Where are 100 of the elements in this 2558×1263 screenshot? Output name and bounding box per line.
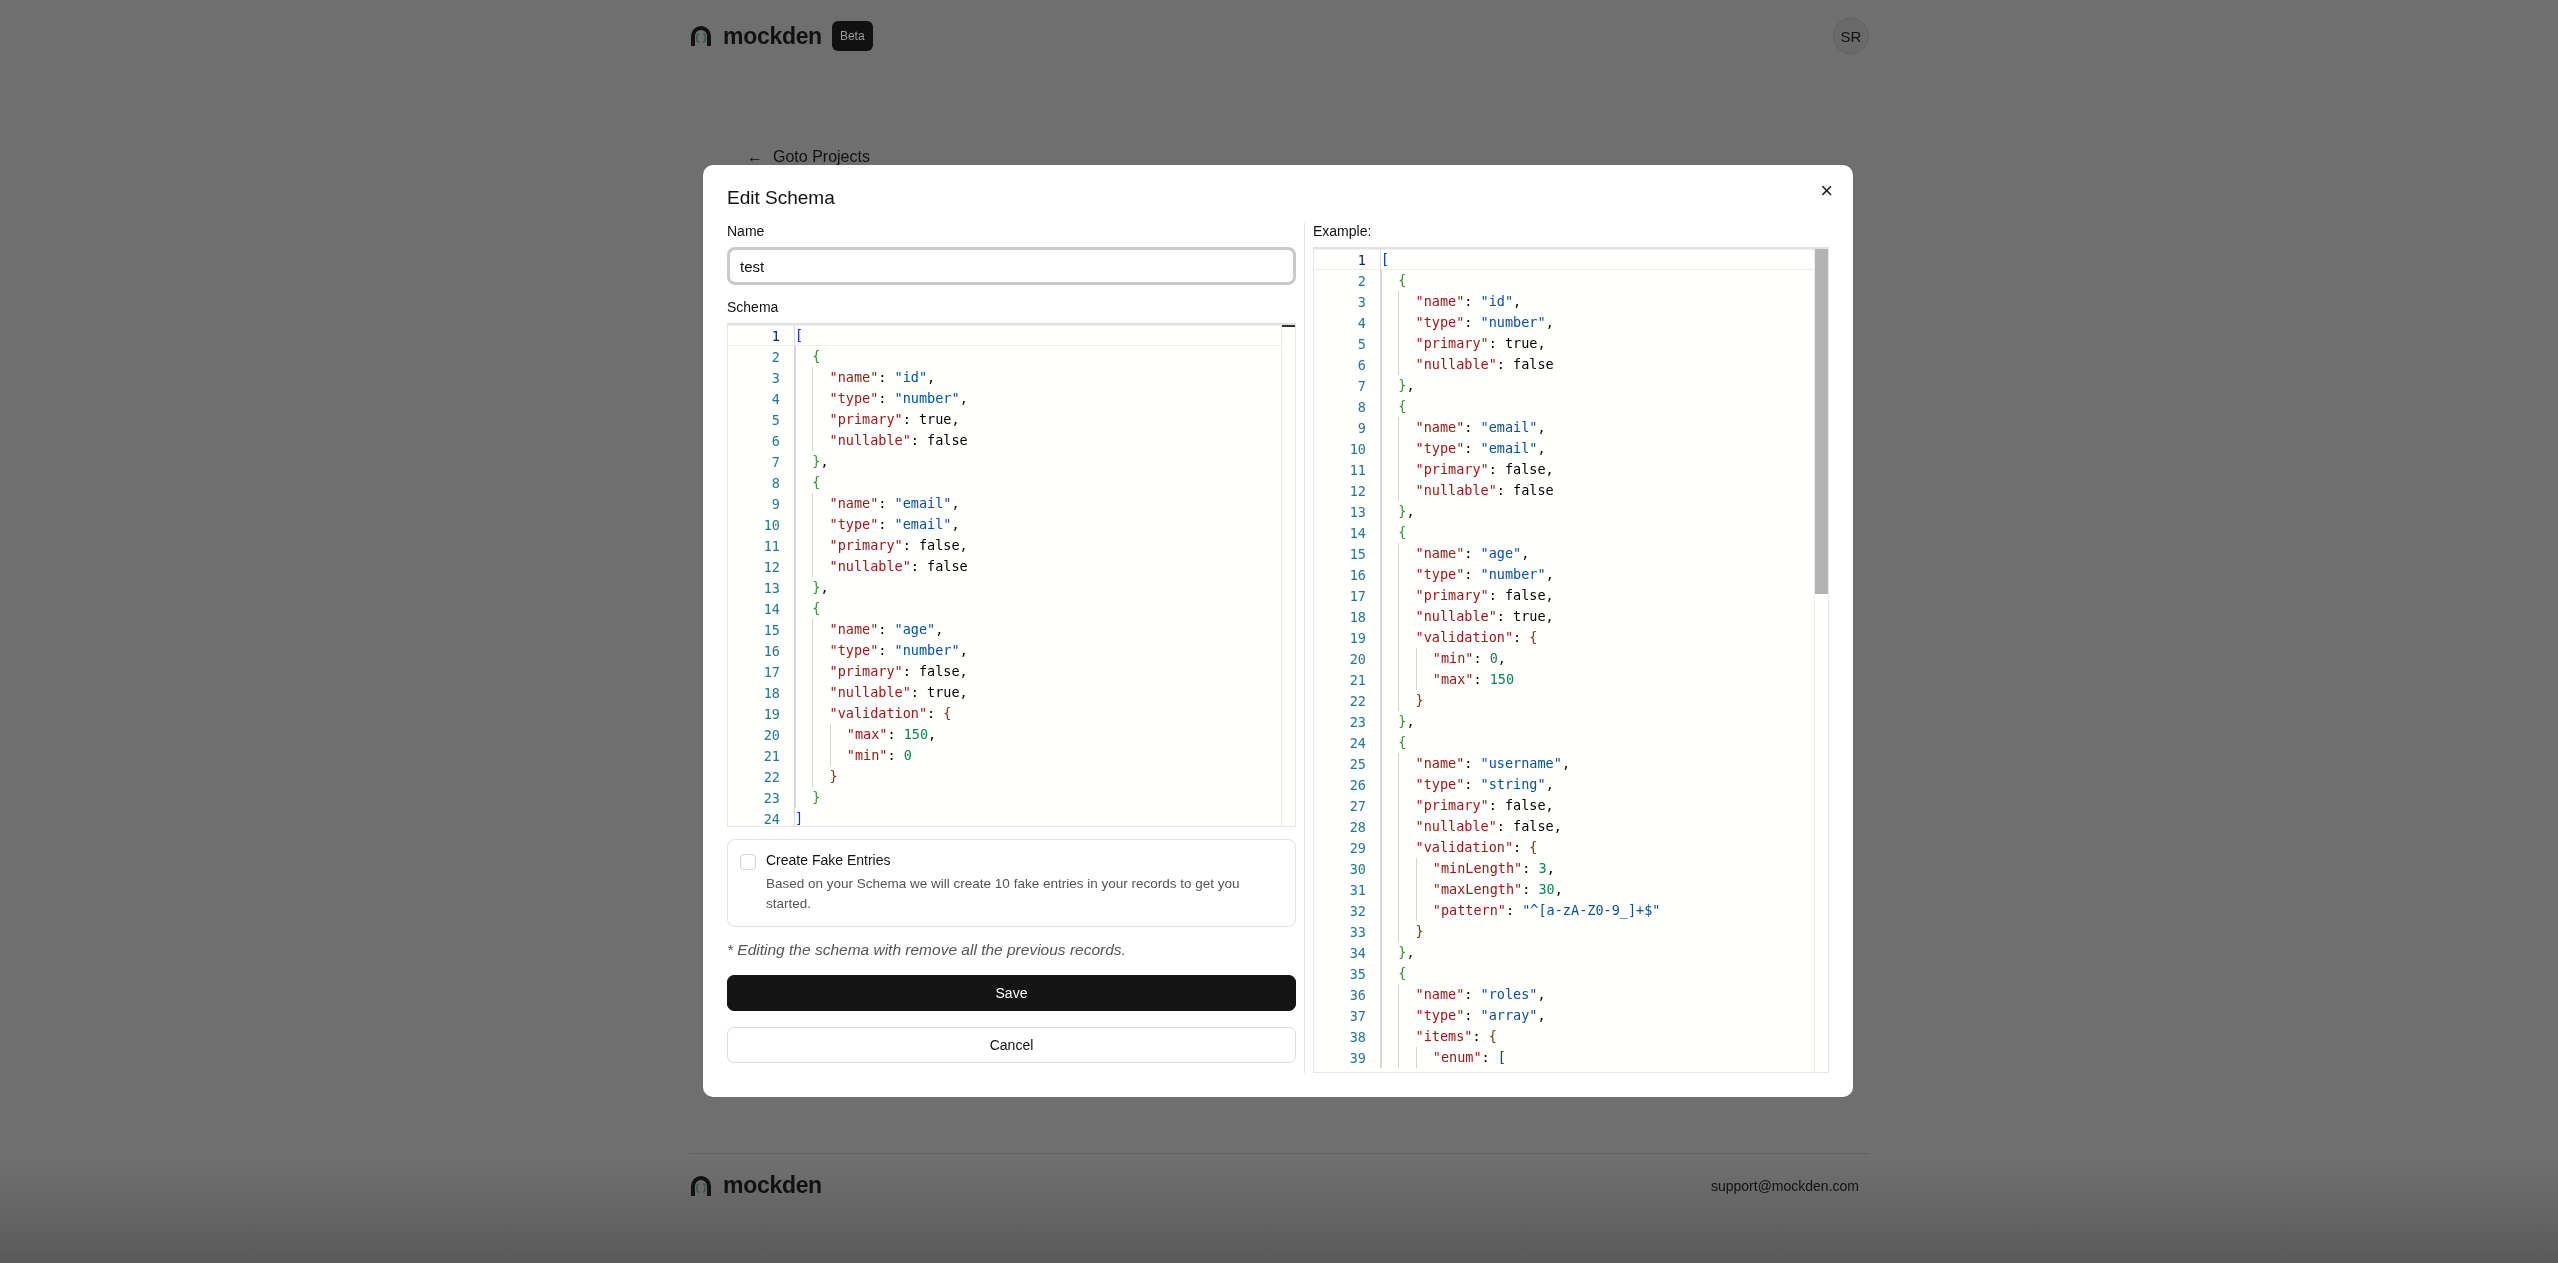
line-number: 16 — [762, 642, 780, 659]
code-line: "validation": { — [1380, 627, 1538, 648]
brand-name[interactable]: mockden — [723, 22, 822, 50]
line-number: 8 — [770, 474, 780, 491]
name-input[interactable]: test — [727, 247, 1296, 285]
code-line: } — [794, 766, 838, 787]
code-line: "primary": false, — [1380, 795, 1554, 816]
code-line: "primary": true, — [794, 409, 960, 430]
logo-icon — [689, 1174, 713, 1197]
line-number: 38 — [1348, 1028, 1366, 1045]
line-number: 9 — [1356, 419, 1366, 436]
code-line: { — [1380, 270, 1407, 291]
line-number: 2 — [770, 348, 780, 365]
line-number: 18 — [1348, 608, 1366, 625]
option-description: Based on your Schema we will create 10 fake entries in your records to get you started. — [766, 875, 1241, 913]
code-line: }, — [1380, 711, 1415, 732]
support-email[interactable]: support@mockden.com — [1710, 1177, 1859, 1194]
line-number: 4 — [1356, 314, 1366, 331]
save-button[interactable]: Save — [727, 975, 1296, 1011]
line-number: 20 — [762, 726, 780, 743]
line-number: 7 — [1356, 377, 1366, 394]
code-line: "nullable": true, — [1380, 606, 1554, 627]
line-number: 5 — [770, 411, 780, 428]
code-line: "max": 150, — [794, 724, 937, 745]
code-line: "name": "roles", — [1380, 984, 1546, 1005]
code-line: "name": "age", — [1380, 543, 1530, 564]
code-line: "primary": false, — [794, 661, 968, 682]
ruler-mark — [1282, 325, 1295, 327]
line-number: 19 — [1348, 629, 1366, 646]
code-line: "primary": false, — [1380, 459, 1554, 480]
line-number: 15 — [762, 621, 780, 638]
line-number: 21 — [1348, 671, 1366, 688]
line-number: 25 — [1348, 755, 1366, 772]
code-line: { — [1380, 396, 1407, 417]
code-line: "maxLength": 30, — [1380, 879, 1563, 900]
line-number: 31 — [1348, 881, 1366, 898]
code-line: "pattern": "^[a-zA-Z0-9_]+$" — [1380, 900, 1661, 921]
field-label: Schema — [727, 299, 780, 315]
code-line: "max": 150 — [1380, 669, 1515, 690]
line-number: 1 — [770, 327, 780, 344]
code-line: "type": "number", — [1380, 312, 1554, 333]
code-editor[interactable] — [1313, 247, 1829, 1073]
code-line: "items": { — [1380, 1026, 1497, 1047]
line-number: 24 — [762, 810, 780, 826]
code-line: "nullable": true, — [794, 682, 968, 703]
line-number: 34 — [1348, 944, 1366, 961]
code-line: "primary": true, — [1380, 333, 1546, 354]
line-number: 1 — [1356, 251, 1366, 268]
line-number: 12 — [1348, 482, 1366, 499]
line-number: 2 — [1356, 272, 1366, 289]
code-line: { — [1380, 963, 1407, 984]
line-number: 3 — [1356, 293, 1366, 310]
line-number: 9 — [770, 495, 780, 512]
code-line: "type": "number", — [794, 640, 968, 661]
line-number: 13 — [762, 579, 780, 596]
code-line: { — [794, 346, 821, 367]
code-line: "nullable": false — [794, 430, 968, 451]
code-line: "type": "number", — [1380, 564, 1554, 585]
code-editor[interactable] — [727, 323, 1296, 827]
line-number: 35 — [1348, 965, 1366, 982]
code-line: { — [1380, 732, 1407, 753]
line-number: 10 — [762, 516, 780, 533]
code-line: [ — [1380, 249, 1390, 270]
line-number: 4 — [770, 390, 780, 407]
line-number: 33 — [1348, 923, 1366, 940]
cancel-button[interactable]: Cancel — [727, 1027, 1296, 1063]
line-number: 13 — [1348, 503, 1366, 520]
line-number: 30 — [1348, 860, 1366, 877]
code-line: "nullable": false — [1380, 480, 1554, 501]
line-number: 21 — [762, 747, 780, 764]
code-line: "name": "email", — [794, 493, 960, 514]
scrollbar-thumb[interactable] — [1815, 249, 1828, 594]
code-line: ] — [794, 808, 804, 826]
code-line: "enum": [ — [1380, 1047, 1506, 1068]
line-number: 20 — [1348, 650, 1366, 667]
line-number: 11 — [1348, 461, 1366, 478]
line-number: 22 — [1348, 692, 1366, 709]
code-line: "name": "email", — [1380, 417, 1546, 438]
code-line: "nullable": false — [1380, 354, 1554, 375]
code-line: }, — [1380, 942, 1415, 963]
line-number: 36 — [1348, 986, 1366, 1003]
line-number: 18 — [762, 684, 780, 701]
line-number: 32 — [1348, 902, 1366, 919]
line-number: 14 — [762, 600, 780, 617]
code-line: "name": "age", — [794, 619, 944, 640]
back-link[interactable]: ← Goto Projects — [747, 148, 870, 166]
line-number: 7 — [770, 453, 780, 470]
user-avatar[interactable]: SR — [1833, 18, 1869, 54]
line-number: 6 — [1356, 356, 1366, 373]
code-line: }, — [1380, 501, 1415, 522]
option-title: Create Fake Entries — [766, 852, 892, 868]
code-line: "validation": { — [1380, 837, 1538, 858]
brand-name[interactable]: mockden — [723, 1172, 822, 1199]
code-line: } — [794, 787, 821, 808]
warning-note: * Editing the schema with remove all the previous records. — [727, 941, 1127, 959]
line-number: 22 — [762, 768, 780, 785]
checkbox[interactable] — [740, 854, 756, 870]
line-number: 15 — [1348, 545, 1366, 562]
code-line: "name": "username", — [1380, 753, 1570, 774]
close-button[interactable]: × — [1816, 180, 1837, 202]
